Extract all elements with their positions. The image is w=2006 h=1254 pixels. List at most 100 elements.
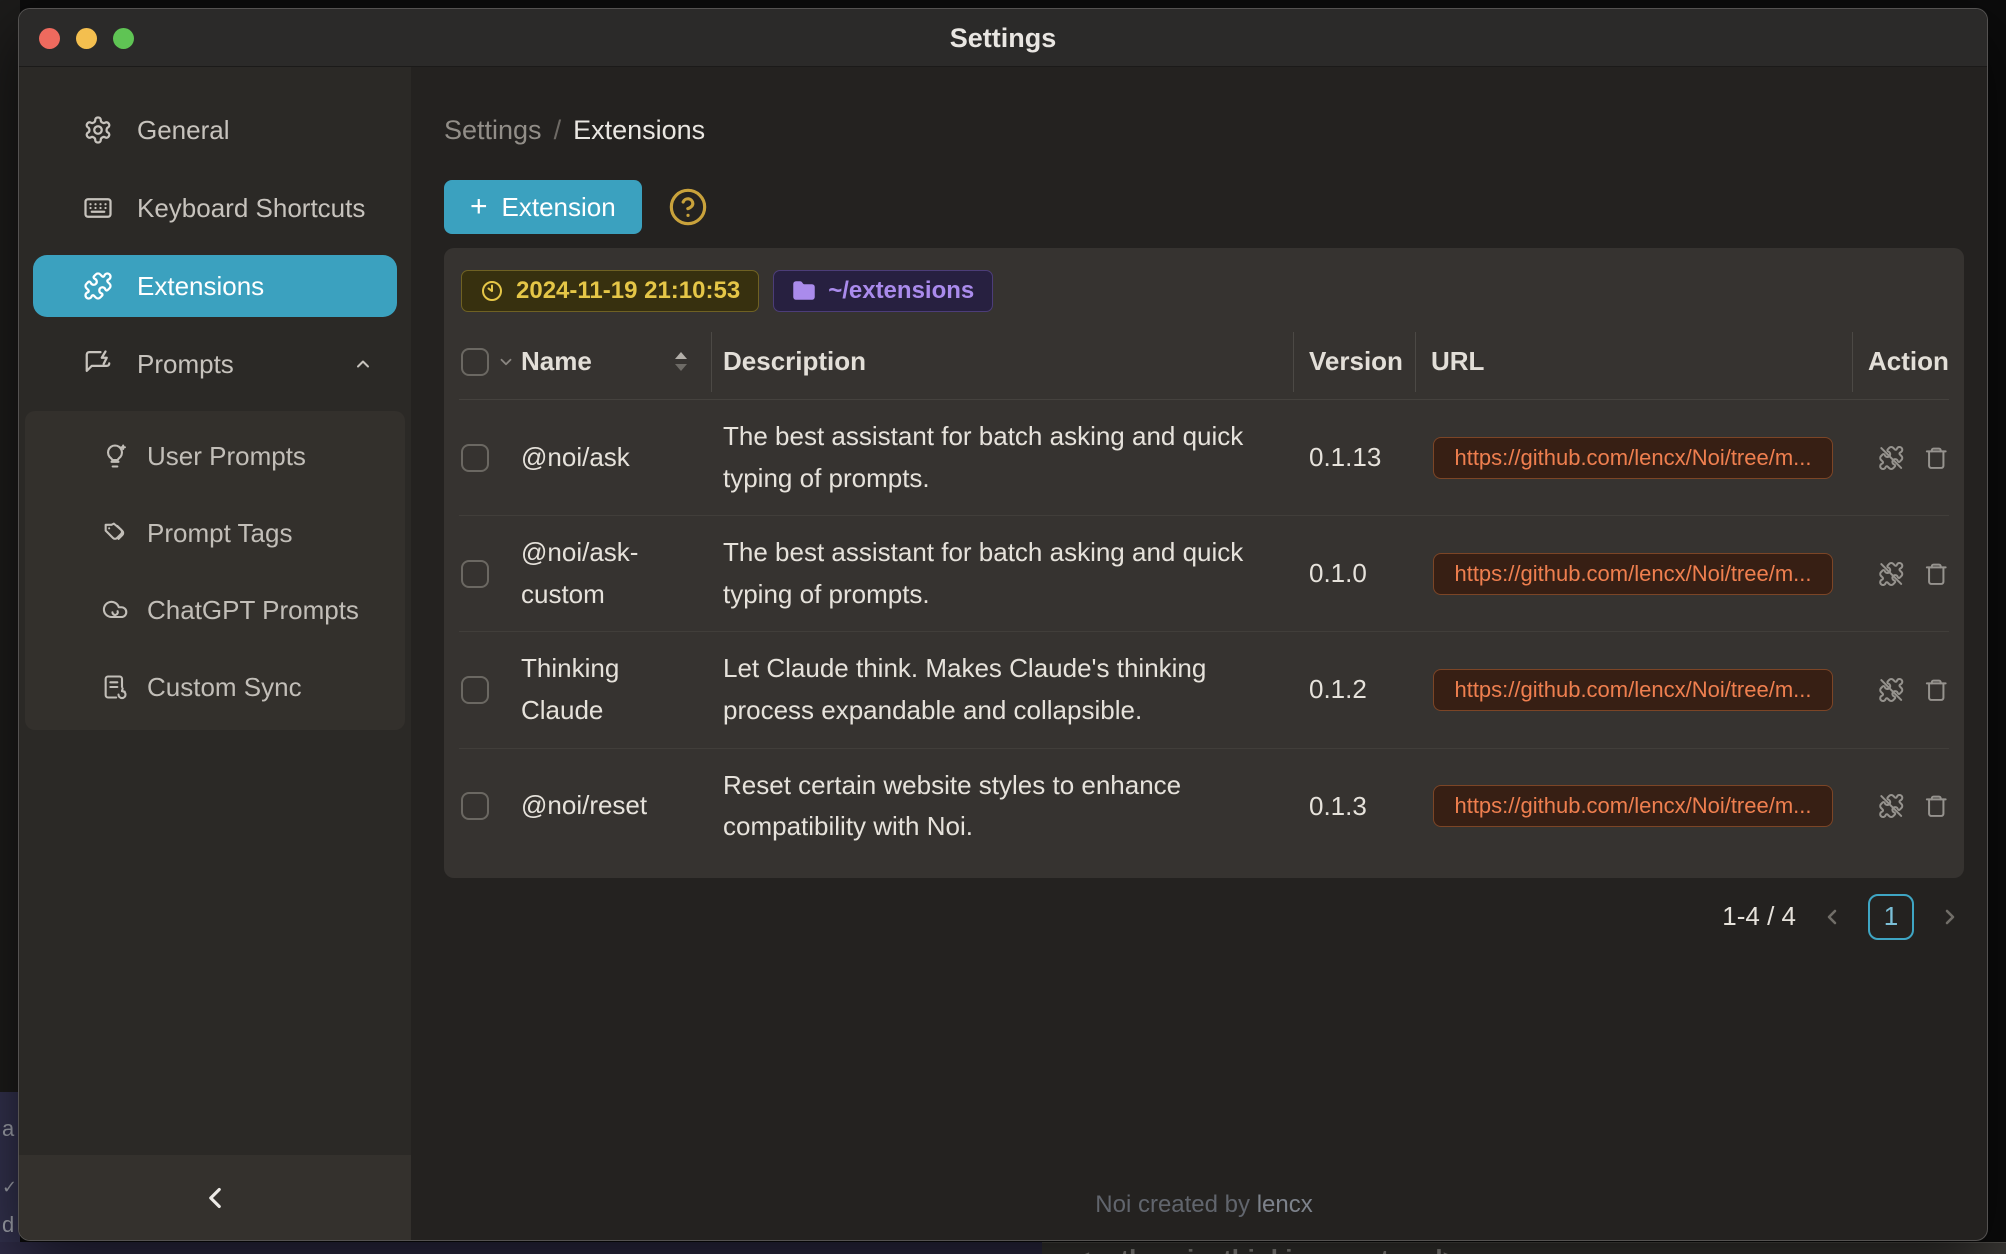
table-row: @noi/reset Reset certain website styles … xyxy=(459,748,1949,864)
badges-row: 2024-11-19 21:10:53 ~/extensions xyxy=(459,270,1949,312)
tags-icon xyxy=(101,519,129,547)
background-window-left-sliver: a ✓ d xyxy=(0,0,20,1254)
row-checkbox[interactable] xyxy=(461,444,489,472)
table-body: @noi/ask The best assistant for batch as… xyxy=(459,400,1949,864)
row-checkbox[interactable] xyxy=(461,676,489,704)
background-bottom-navy xyxy=(0,1242,1042,1254)
actions-row: + Extension xyxy=(444,180,1964,234)
sidebar-item-custom-sync[interactable]: Custom Sync xyxy=(25,656,405,718)
collapse-sidebar-icon[interactable] xyxy=(198,1181,232,1215)
prompts-submenu: User Prompts Prompt Tags C xyxy=(25,411,405,730)
column-header-action: Action xyxy=(1852,324,1949,399)
table-row: Thinking Claude Let Claude think. Makes … xyxy=(459,631,1949,747)
extension-version: 0.1.2 xyxy=(1293,674,1415,705)
add-extension-button[interactable]: + Extension xyxy=(444,180,642,234)
extension-description: Let Claude think. Makes Claude's thinkin… xyxy=(711,648,1293,731)
breadcrumb-settings[interactable]: Settings xyxy=(444,115,542,146)
sidebar-footer xyxy=(19,1155,411,1241)
disable-extension-icon[interactable] xyxy=(1878,675,1905,705)
previous-page-icon[interactable] xyxy=(1820,905,1844,929)
gear-icon xyxy=(83,115,113,145)
timestamp-badge: 2024-11-19 21:10:53 xyxy=(461,270,759,312)
row-checkbox[interactable] xyxy=(461,792,489,820)
table-row: @noi/ask-custom The best assistant for b… xyxy=(459,515,1949,631)
sidebar-item-keyboard-shortcuts[interactable]: Keyboard Shortcuts xyxy=(33,177,397,239)
column-header-version: Version xyxy=(1293,324,1415,399)
delete-extension-icon[interactable] xyxy=(1923,559,1950,589)
disable-extension-icon[interactable] xyxy=(1878,443,1905,473)
extension-name: @noi/ask-custom xyxy=(521,532,711,615)
plus-icon: + xyxy=(470,192,488,222)
sidebar: General Keyboard Shortcuts Extensions xyxy=(19,67,411,1241)
add-extension-label: Extension xyxy=(502,192,616,223)
sidebar-item-extensions[interactable]: Extensions xyxy=(33,255,397,317)
sidebar-item-label: Prompts xyxy=(137,349,234,380)
sidebar-item-label: Extensions xyxy=(137,271,264,302)
next-page-icon[interactable] xyxy=(1938,905,1962,929)
screen: a ✓ d <anthropic_thinking_protocol> Sett… xyxy=(0,0,2006,1254)
sidebar-item-chatgpt-prompts[interactable]: ChatGPT Prompts xyxy=(25,579,405,641)
breadcrumb-extensions: Extensions xyxy=(573,115,705,146)
background-clipped-text: <anthropic_thinking_protocol> xyxy=(1075,1244,1458,1254)
sidebar-item-general[interactable]: General xyxy=(33,99,397,161)
sidebar-item-prompts[interactable]: Prompts xyxy=(33,333,397,395)
footer-text: Noi created by xyxy=(1095,1191,1256,1218)
sidebar-item-user-prompts[interactable]: User Prompts xyxy=(25,425,405,487)
extension-name: @noi/reset xyxy=(521,785,711,827)
pagination: 1-4 / 4 1 xyxy=(444,894,1964,940)
extension-url-chip[interactable]: https://github.com/lencx/Noi/tree/m... xyxy=(1433,785,1833,827)
extension-url-chip[interactable]: https://github.com/lencx/Noi/tree/m... xyxy=(1433,437,1833,479)
extension-version: 0.1.13 xyxy=(1293,442,1415,473)
sidebar-item-label: ChatGPT Prompts xyxy=(147,595,359,626)
keyboard-icon xyxy=(83,193,113,223)
extensions-folder-path: ~/extensions xyxy=(828,277,974,305)
delete-extension-icon[interactable] xyxy=(1923,675,1950,705)
extension-url-chip[interactable]: https://github.com/lencx/Noi/tree/m... xyxy=(1433,553,1833,595)
extension-name: @noi/ask xyxy=(521,437,711,479)
app-footer: Noi created by lencx xyxy=(444,1191,1964,1241)
window-title: Settings xyxy=(19,9,1987,67)
puzzle-icon xyxy=(83,271,113,301)
sort-icon[interactable] xyxy=(673,349,689,375)
disable-extension-icon[interactable] xyxy=(1878,559,1905,589)
background-bottom-editor: <anthropic_thinking_protocol> xyxy=(1042,1242,2006,1254)
row-checkbox[interactable] xyxy=(461,560,489,588)
column-header-description: Description xyxy=(711,324,1293,399)
lightbulb-sparkle-icon xyxy=(101,442,129,470)
extension-description: The best assistant for batch asking and … xyxy=(711,416,1293,499)
extensions-panel: 2024-11-19 21:10:53 ~/extensions xyxy=(444,248,1964,878)
column-header-url: URL xyxy=(1415,324,1852,399)
extension-name: Thinking Claude xyxy=(521,648,711,731)
background-bottom-strip: <anthropic_thinking_protocol> xyxy=(0,1242,2006,1254)
background-window-left-navy: a ✓ d xyxy=(0,1092,20,1254)
titlebar[interactable]: Settings xyxy=(19,9,1987,67)
chat-bolt-icon xyxy=(83,349,113,379)
cloud-icon xyxy=(101,596,129,624)
folder-icon xyxy=(792,279,816,303)
select-all-checkbox[interactable] xyxy=(461,348,489,376)
disable-extension-icon[interactable] xyxy=(1878,791,1905,821)
extension-description: The best assistant for batch asking and … xyxy=(711,532,1293,615)
extension-url-chip[interactable]: https://github.com/lencx/Noi/tree/m... xyxy=(1433,669,1833,711)
extension-version: 0.1.3 xyxy=(1293,791,1415,822)
table-header: Name Description Version URL Action xyxy=(459,324,1949,400)
extensions-folder-badge[interactable]: ~/extensions xyxy=(773,270,993,312)
delete-extension-icon[interactable] xyxy=(1923,443,1950,473)
table-row: @noi/ask The best assistant for batch as… xyxy=(459,400,1949,515)
sidebar-item-label: User Prompts xyxy=(147,441,306,472)
background-glyph: d xyxy=(2,1214,14,1236)
sidebar-item-prompt-tags[interactable]: Prompt Tags xyxy=(25,502,405,564)
help-icon[interactable] xyxy=(668,187,708,227)
column-header-name[interactable]: Name xyxy=(521,346,592,377)
settings-window: Settings General Keyboard xyxy=(18,8,1988,1241)
sidebar-item-label: General xyxy=(137,115,230,146)
chevron-up-icon[interactable] xyxy=(353,354,373,374)
extension-version: 0.1.0 xyxy=(1293,558,1415,589)
extension-description: Reset certain website styles to enhance … xyxy=(711,765,1293,848)
page-1-button[interactable]: 1 xyxy=(1868,894,1914,940)
chevron-down-icon[interactable] xyxy=(497,353,515,371)
main-content: Settings / Extensions + Extension xyxy=(411,67,1987,1241)
breadcrumb: Settings / Extensions xyxy=(444,115,1964,146)
delete-extension-icon[interactable] xyxy=(1923,791,1950,821)
footer-author-link[interactable]: lencx xyxy=(1257,1191,1313,1218)
